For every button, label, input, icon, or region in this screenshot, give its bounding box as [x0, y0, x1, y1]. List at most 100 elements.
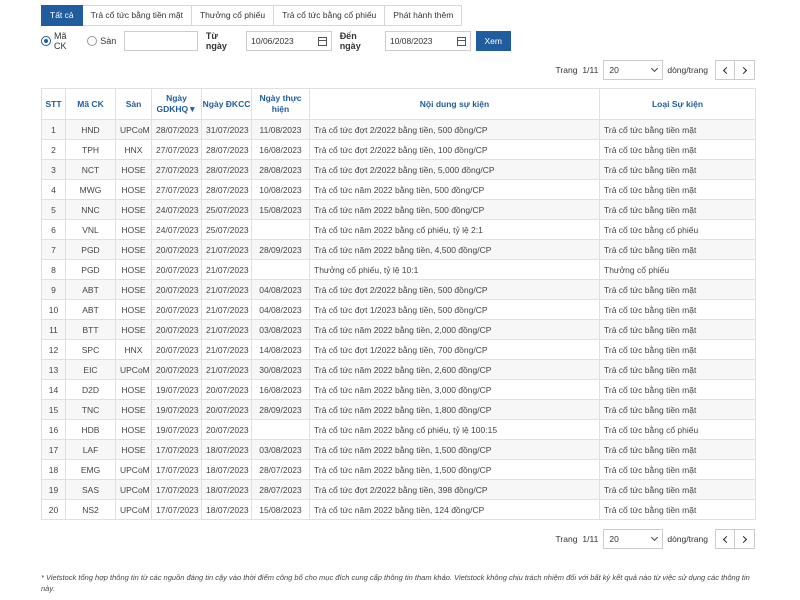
cell-code[interactable]: D2D — [65, 379, 116, 400]
radio-code[interactable] — [41, 36, 51, 46]
page-indicator: 1/11 — [582, 65, 599, 75]
table-row: 6 VNL HOSE 24/07/2023 25/07/2023 Trả cổ tức n… — [41, 219, 756, 240]
cell-event-type: Trả cổ tức bằng tiền mặt — [599, 179, 756, 200]
prev-page-button[interactable] — [715, 60, 735, 80]
table-row: 8 PGD HOSE 20/07/2023 21/07/2023 Thưởng cổ ph… — [41, 259, 756, 280]
cell-code[interactable]: MWG — [65, 179, 116, 200]
cell-gdkhq: 19/07/2023 — [151, 379, 202, 400]
cell-stt: 15 — [41, 399, 66, 420]
cell-exec-date: 10/08/2023 — [251, 179, 310, 200]
cell-code[interactable]: NCT — [65, 159, 116, 180]
col-content[interactable]: Nội dung sự kiện — [309, 88, 600, 120]
tab-all[interactable]: Tất cả — [41, 5, 83, 26]
tab-cash-dividend[interactable]: Trả cổ tức bằng tiền mặt — [82, 5, 192, 26]
to-date-value: 10/08/2023 — [389, 36, 433, 46]
cell-exchange: HOSE — [115, 439, 152, 460]
col-code[interactable]: Mã CK — [65, 88, 116, 120]
from-date-value: 10/06/2023 — [251, 36, 294, 46]
cell-gdkhq: 24/07/2023 — [151, 219, 202, 240]
cell-content: Trả cổ tức năm 2022 bằng cổ phiếu, tỷ lệ… — [309, 219, 600, 240]
cell-stt: 3 — [41, 159, 66, 180]
cell-stt: 20 — [41, 499, 66, 520]
view-button[interactable]: Xem — [475, 31, 511, 51]
cell-exchange: HOSE — [115, 379, 152, 400]
cell-exec-date: 28/08/2023 — [251, 159, 310, 180]
cell-exchange: HOSE — [115, 299, 152, 320]
cell-code[interactable]: PGD — [65, 239, 116, 260]
rows-per-page-select[interactable]: 20 — [603, 60, 664, 80]
chevron-down-icon — [651, 533, 659, 542]
rows-per-page-value: 20 — [609, 65, 619, 75]
tab-additional-issuance[interactable]: Phát hành thêm — [385, 5, 463, 26]
cell-code[interactable]: HDB — [65, 419, 116, 440]
cell-code[interactable]: SAS — [65, 479, 116, 500]
col-exchange[interactable]: Sàn — [115, 88, 152, 120]
table-row: 4 MWG HOSE 27/07/2023 28/07/2023 10/08/2023 Tr… — [41, 179, 756, 200]
cell-gdkhq: 20/07/2023 — [151, 339, 202, 360]
cell-code[interactable]: EMG — [65, 459, 116, 480]
next-page-button[interactable] — [735, 529, 755, 549]
cell-code[interactable]: NS2 — [65, 499, 116, 520]
cell-exchange: HOSE — [115, 399, 152, 420]
cell-dkcc: 21/07/2023 — [201, 359, 252, 380]
cell-event-type: Trả cổ tức bằng tiền mặt — [599, 319, 756, 340]
cell-code[interactable]: ABT — [65, 299, 116, 320]
cell-dkcc: 31/07/2023 — [201, 119, 252, 140]
cell-stt: 13 — [41, 359, 66, 380]
next-page-button[interactable] — [735, 60, 755, 80]
to-date-input[interactable]: 10/08/2023 — [384, 31, 471, 51]
cell-content: Trả cổ tức đợt 1/2023 bằng tiền, 500 đồn… — [309, 299, 600, 320]
cell-exec-date: 30/08/2023 — [251, 359, 310, 380]
page-indicator: 1/11 — [582, 534, 599, 544]
pagination-top: Trang 1/11 20 dòng/trang — [556, 60, 755, 80]
cell-code[interactable]: EIC — [65, 359, 116, 380]
col-event-type[interactable]: Loại Sự kiện — [599, 88, 756, 120]
calendar-icon[interactable] — [317, 36, 327, 46]
cell-dkcc: 21/07/2023 — [201, 279, 252, 300]
table-row: 14 D2D HOSE 19/07/2023 20/07/2023 16/08/2023 T… — [41, 379, 756, 400]
cell-content: Trả cổ tức năm 2022 bằng tiền, 2,000 đồn… — [309, 319, 600, 340]
cell-stt: 1 — [41, 119, 66, 140]
cell-code[interactable]: SPC — [65, 339, 116, 360]
cell-exchange: HOSE — [115, 179, 152, 200]
col-gdkhq[interactable]: Ngày GDKHQ▼ — [151, 88, 202, 120]
cell-content: Trả cổ tức năm 2022 bằng tiền, 500 đồng/… — [309, 199, 600, 220]
cell-code[interactable]: HND — [65, 119, 116, 140]
cell-code[interactable]: VNL — [65, 219, 116, 240]
cell-stt: 17 — [41, 439, 66, 460]
page-label: Trang — [555, 534, 578, 544]
cell-gdkhq: 17/07/2023 — [151, 459, 202, 480]
cell-exec-date: 11/08/2023 — [251, 119, 310, 140]
col-dkcc[interactable]: Ngày ĐKCC — [201, 88, 252, 120]
calendar-icon[interactable] — [456, 36, 466, 46]
cell-code[interactable]: BTT — [65, 319, 116, 340]
cell-event-type: Trả cổ tức bằng tiền mặt — [599, 399, 756, 420]
prev-page-button[interactable] — [715, 529, 735, 549]
cell-code[interactable]: LAF — [65, 439, 116, 460]
cell-code[interactable]: NNC — [65, 199, 116, 220]
tab-stock-dividend[interactable]: Trả cổ tức bằng cổ phiếu — [274, 5, 386, 26]
cell-exchange: UPCoM — [115, 359, 152, 380]
table-body: 1 HND UPCoM 28/07/2023 31/07/2023 11/08/2023 T… — [41, 119, 756, 520]
tab-bonus-shares[interactable]: Thưởng cổ phiếu — [191, 5, 275, 26]
cell-event-type: Thưởng cổ phiếu — [599, 259, 756, 280]
cell-code[interactable]: TNC — [65, 399, 116, 420]
cell-code[interactable]: PGD — [65, 259, 116, 280]
cell-code[interactable]: ABT — [65, 279, 116, 300]
cell-gdkhq: 27/07/2023 — [151, 159, 202, 180]
cell-exec-date: 16/08/2023 — [251, 139, 310, 160]
cell-exchange: UPCoM — [115, 119, 152, 140]
cell-stt: 14 — [41, 379, 66, 400]
cell-exchange: HOSE — [115, 279, 152, 300]
from-date-input[interactable]: 10/06/2023 — [246, 31, 332, 51]
cell-code[interactable]: TPH — [65, 139, 116, 160]
code-input[interactable] — [124, 31, 198, 51]
rows-per-page-select[interactable]: 20 — [603, 529, 664, 549]
cell-event-type: Trả cổ tức bằng tiền mặt — [599, 459, 756, 480]
cell-dkcc: 18/07/2023 — [201, 439, 252, 460]
col-exec-date[interactable]: Ngày thực hiện — [251, 88, 310, 120]
radio-exchange[interactable] — [87, 36, 98, 46]
table-row: 5 NNC HOSE 24/07/2023 25/07/2023 15/08/2023 Tr… — [41, 199, 756, 220]
table-row: 15 TNC HOSE 19/07/2023 20/07/2023 28/09/2023 T… — [41, 399, 756, 420]
filter-bar: Mã CK Sàn Từ ngày 10/06/2023 Đến ngày 10… — [41, 31, 511, 51]
